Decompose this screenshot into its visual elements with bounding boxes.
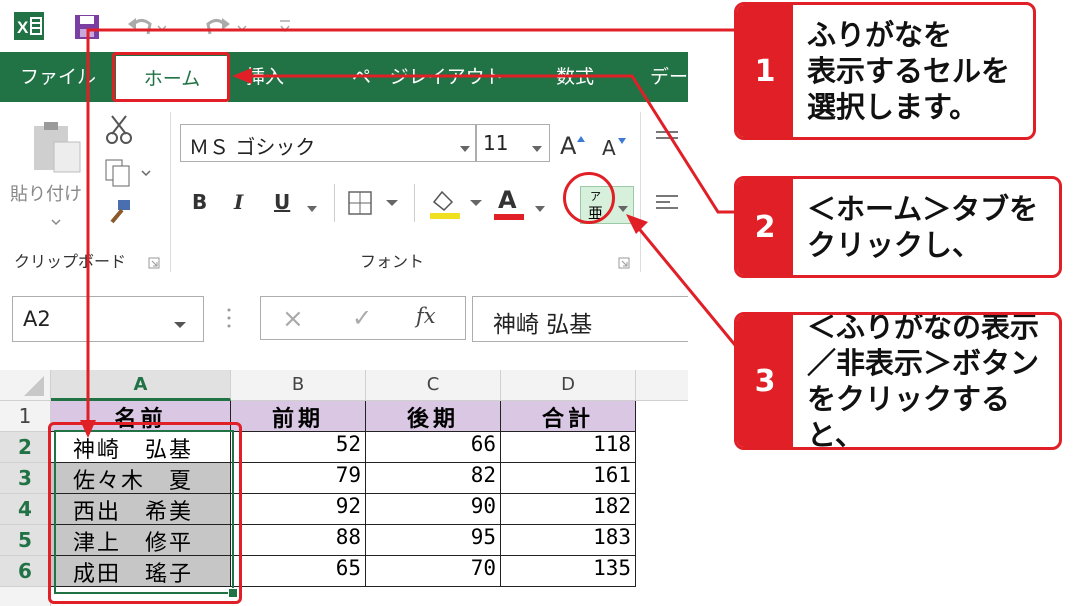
step-text-line: 表示するセルを	[807, 54, 1011, 88]
step-text-line: ／非表示＞ボタン	[807, 346, 1040, 380]
callout-step-1: 1 ふりがなを 表示するセルを 選択します。	[734, 2, 1036, 140]
step-text: ＜ホーム＞タブを クリックし、	[807, 179, 1053, 275]
step-text: ふりがなを 表示するセルを 選択します。	[807, 5, 1027, 137]
step-text-line: クリックし、	[807, 228, 982, 262]
step-text-line: ＜ふりがなの表示	[807, 312, 1040, 344]
callout-step-3: 3 ＜ふりがなの表示 ／非表示＞ボタン をクリックすると、	[734, 312, 1062, 450]
step-number: 1	[737, 5, 793, 137]
step-text: ＜ふりがなの表示 ／非表示＞ボタン をクリックすると、	[807, 315, 1053, 447]
step-number: 3	[737, 315, 793, 447]
step-text-line: ＜ホーム＞タブを	[807, 192, 1039, 226]
callout-step-2: 2 ＜ホーム＞タブを クリックし、	[734, 176, 1062, 278]
step-text-line: をクリックすると、	[807, 382, 1011, 450]
step-number: 2	[737, 179, 793, 275]
step-text-line: 選択します。	[807, 90, 979, 124]
step-text-line: ふりがなを	[807, 18, 953, 52]
